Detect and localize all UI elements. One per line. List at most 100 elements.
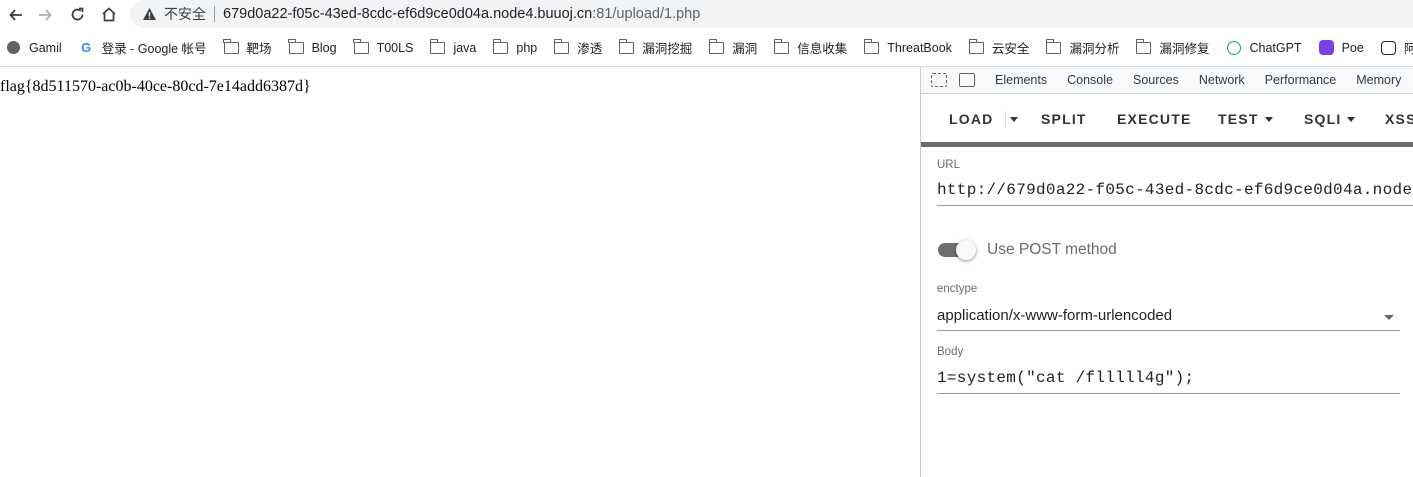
bookmark-label: 信息收集 — [797, 42, 848, 56]
security-label[interactable]: 不安全 — [164, 4, 206, 24]
hackbar-divider — [921, 142, 1413, 147]
bookmark-label: 漏洞挖掘 — [642, 42, 693, 56]
device-toolbar-icon[interactable] — [959, 73, 975, 87]
folder-icon — [618, 38, 635, 55]
folder-icon — [863, 38, 880, 55]
sqli-label: SQLI — [1304, 111, 1342, 127]
tab-sources[interactable]: Sources — [1133, 73, 1179, 87]
load-dropdown-button[interactable] — [1005, 111, 1025, 127]
poe-icon — [1318, 40, 1334, 55]
url-path[interactable]: :81/upload/1.php — [592, 6, 700, 22]
bookmark-folder-blog[interactable]: Blog — [288, 38, 337, 55]
xss-button[interactable]: XSS — [1385, 111, 1413, 127]
bookmarks-bar: Gamil G 登录 - Google 帐号 靶场 Blog T00LS jav… — [0, 34, 1413, 61]
globe-icon — [6, 41, 21, 55]
tab-performance[interactable]: Performance — [1265, 73, 1337, 87]
bookmark-label: T00LS — [376, 40, 414, 55]
test-button[interactable]: TEST — [1218, 111, 1273, 127]
enctype-select[interactable]: application/x-www-form-urlencoded — [937, 307, 1400, 331]
folder-icon — [353, 38, 369, 55]
bookmark-folder-vuln[interactable]: 漏洞 — [708, 38, 757, 57]
bookmark-chatgpt[interactable]: ChatGPT — [1226, 40, 1302, 55]
bookmark-google-login[interactable]: G 登录 - Google 帐号 — [79, 38, 207, 57]
chevron-down-icon — [1347, 116, 1356, 122]
reload-icon[interactable] — [61, 0, 93, 29]
bookmark-label: 云安全 — [991, 42, 1030, 56]
bookmark-label: 靶场 — [246, 42, 272, 56]
folder-icon — [553, 38, 570, 55]
body-label: Body — [937, 346, 964, 358]
bookmark-folder-tools[interactable]: T00LS — [353, 38, 414, 55]
bookmark-folder-recon[interactable]: 信息收集 — [773, 38, 848, 57]
devtools-panel: Elements Console Sources Network Perform… — [920, 67, 1413, 477]
load-button[interactable]: LOAD — [949, 111, 993, 127]
folder-icon — [430, 38, 446, 55]
folder-icon — [1046, 38, 1062, 55]
bookmark-label: ThreatBook — [887, 40, 952, 55]
devtools-tabbar: Elements Console Sources Network Perform… — [921, 67, 1413, 94]
url-input[interactable]: http://679d0a22-f05c-43ed-8cdc-ef6d9ce0d… — [937, 181, 1413, 206]
bookmark-label: ChatGPT — [1249, 40, 1302, 55]
bookmark-folder-cloud-security[interactable]: 云安全 — [968, 38, 1030, 57]
url-host[interactable]: 679d0a22-f05c-43ed-8cdc-ef6d9ce0d04a.nod… — [223, 6, 592, 22]
address-separator — [214, 6, 215, 22]
body-textarea[interactable]: 1=system("cat /flllll4g"); — [937, 369, 1400, 394]
arrow-right-icon[interactable] — [29, 0, 61, 29]
warning-icon[interactable] — [141, 6, 157, 22]
bookmark-label: 登录 - Google 帐号 — [101, 42, 207, 56]
google-icon: G — [81, 40, 92, 55]
bookmark-icon — [1380, 40, 1396, 55]
folder-icon — [773, 38, 790, 55]
page-viewport: flag{8d511570-ac0b-40ce-80cd-7e14add6387… — [0, 67, 920, 477]
bookmark-label: php — [516, 40, 538, 55]
bookmark-gamil[interactable]: Gamil — [6, 41, 62, 55]
tab-console[interactable]: Console — [1067, 73, 1113, 87]
bookmark-label: Poe — [1341, 40, 1364, 55]
arrow-left-icon[interactable] — [0, 0, 32, 29]
enctype-label: enctype — [937, 283, 978, 295]
flag-text: flag{8d511570-ac0b-40ce-80cd-7e14add6387… — [0, 78, 311, 95]
bookmark-label: 漏洞修复 — [1159, 42, 1210, 56]
tab-elements[interactable]: Elements — [995, 73, 1047, 87]
execute-button[interactable]: EXECUTE — [1117, 111, 1192, 127]
chatgpt-icon — [1226, 40, 1241, 55]
folder-icon — [1136, 38, 1152, 55]
post-method-toggle[interactable] — [938, 240, 976, 260]
folder-icon — [708, 38, 725, 55]
url-field-label: URL — [937, 159, 961, 171]
folder-icon — [492, 38, 509, 55]
bookmark-folder-vuln-analysis[interactable]: 漏洞分析 — [1046, 38, 1119, 57]
bookmark-label: Blog — [311, 40, 337, 55]
bookmark-folder-threatbook[interactable]: ThreatBook — [863, 38, 952, 55]
bookmark-folder-pentest[interactable]: 渗透 — [553, 38, 603, 57]
sqli-button[interactable]: SQLI — [1304, 111, 1356, 127]
post-method-label[interactable]: Use POST method — [987, 241, 1117, 259]
bookmark-folder-vuln-mining[interactable]: 漏洞挖掘 — [618, 38, 693, 57]
toggle-knob — [956, 240, 976, 260]
tab-network[interactable]: Network — [1199, 73, 1245, 87]
bookmark-overflow[interactable]: 阿 — [1380, 38, 1413, 57]
folder-icon — [223, 38, 239, 55]
bookmark-label: 渗透 — [577, 42, 603, 56]
address-bar[interactable]: 不安全 679d0a22-f05c-43ed-8cdc-ef6d9ce0d04a… — [130, 0, 1413, 28]
browser-toolbar: 不安全 679d0a22-f05c-43ed-8cdc-ef6d9ce0d04a… — [0, 0, 1413, 29]
bookmark-label: 漏洞分析 — [1069, 42, 1120, 56]
split-button[interactable]: SPLIT — [1041, 111, 1087, 127]
chevron-down-icon[interactable] — [1384, 315, 1394, 320]
bookmark-folder-java[interactable]: java — [430, 38, 477, 55]
folder-icon — [968, 38, 984, 55]
bookmark-label: Gamil — [29, 40, 62, 55]
tab-memory[interactable]: Memory — [1356, 73, 1401, 87]
bookmark-label: 阿 — [1403, 42, 1413, 56]
chevron-down-icon — [1010, 117, 1018, 122]
bookmark-poe[interactable]: Poe — [1318, 40, 1364, 55]
bookmark-folder-php[interactable]: php — [492, 38, 538, 55]
home-icon[interactable] — [93, 0, 125, 29]
bookmark-folder-vuln-fix[interactable]: 漏洞修复 — [1136, 38, 1209, 57]
inspect-element-icon[interactable] — [931, 73, 947, 87]
bookmark-folder-range[interactable]: 靶场 — [223, 38, 272, 57]
folder-icon — [288, 38, 304, 55]
chevron-down-icon — [1264, 116, 1273, 122]
hackbar-toolbar: LOAD SPLIT EXECUTE TEST SQLI XSS — [921, 95, 1413, 143]
bookmark-label: java — [453, 40, 477, 55]
